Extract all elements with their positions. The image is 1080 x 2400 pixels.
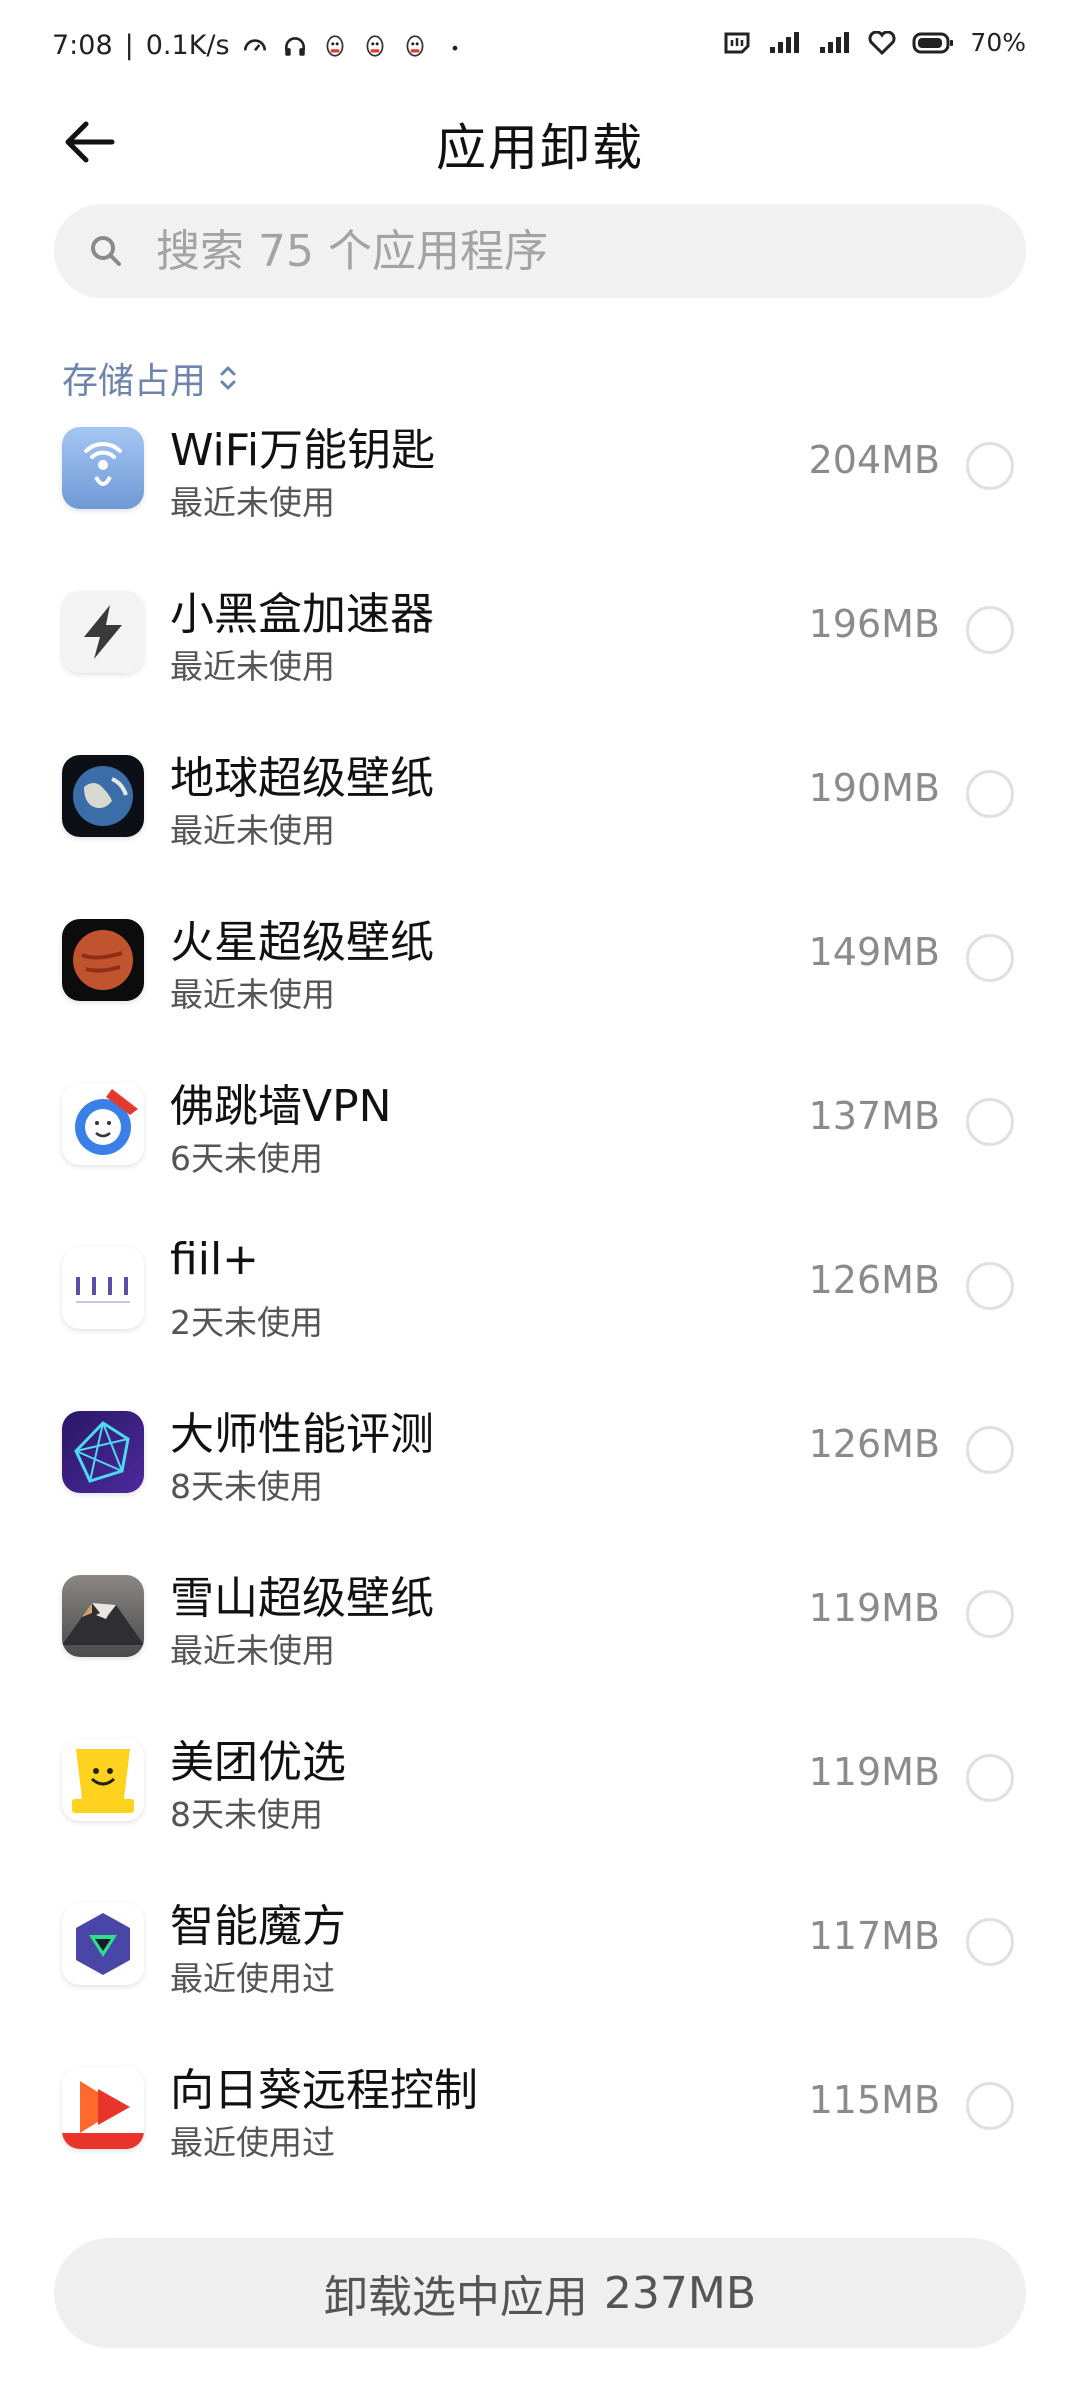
app-row[interactable]: 地球超级壁纸 最近未使用 190MB xyxy=(0,728,1080,892)
search-icon xyxy=(91,236,121,266)
app-size: 119MB xyxy=(808,1750,940,1794)
app-name: 向日葵远程控制 xyxy=(170,2065,478,2116)
wifi-master-icon xyxy=(62,427,144,509)
select-checkbox[interactable] xyxy=(966,1918,1014,1966)
app-row[interactable]: 向日葵远程控制 最近使用过 115MB xyxy=(0,2040,1080,2204)
app-row[interactable]: WiFi万能钥匙 最近未使用 204MB xyxy=(0,400,1080,564)
app-name: 雪山超级壁纸 xyxy=(170,1573,434,1624)
app-last-used: 最近使用过 xyxy=(170,1959,335,1998)
app-last-used: 最近未使用 xyxy=(170,1631,335,1670)
hd-voice-icon xyxy=(724,32,750,53)
app-row[interactable]: 大师性能评测 8天未使用 126MB xyxy=(0,1384,1080,1548)
headphones-icon xyxy=(284,36,305,56)
app-header: 应用卸载 xyxy=(0,96,1080,188)
sort-toggle-icon xyxy=(220,366,236,390)
select-checkbox[interactable] xyxy=(966,1426,1014,1474)
app-size: 119MB xyxy=(808,1586,940,1630)
status-right: 70% xyxy=(722,28,1026,57)
app-last-used: 6天未使用 xyxy=(170,1139,323,1178)
select-checkbox[interactable] xyxy=(966,1262,1014,1310)
app-last-used: 最近使用过 xyxy=(170,2123,335,2162)
buddha-vpn-icon xyxy=(62,1083,144,1165)
app-last-used: 2天未使用 xyxy=(170,1303,323,1342)
app-row[interactable]: 小黑盒加速器 最近未使用 196MB xyxy=(0,564,1080,728)
notification-icons xyxy=(242,33,468,59)
sunlogin-remote-icon xyxy=(62,2067,144,2149)
status-net-speed: 0.1K/s xyxy=(145,30,230,61)
smart-cube-icon xyxy=(62,1903,144,1985)
app-name: 大师性能评测 xyxy=(170,1409,434,1460)
meituan-youxuan-icon xyxy=(62,1739,144,1821)
sort-selector[interactable]: 存储占用 xyxy=(62,352,240,404)
app-last-used: 8天未使用 xyxy=(170,1795,323,1834)
select-checkbox[interactable] xyxy=(966,770,1014,818)
app-size: 196MB xyxy=(808,602,940,646)
qq-penguin-icon xyxy=(326,34,344,57)
app-row[interactable]: fiil+ 2天未使用 126MB xyxy=(0,1220,1080,1384)
uninstall-size: 237MB xyxy=(603,2267,757,2319)
uninstall-selected-button[interactable]: 卸载选中应用 237MB xyxy=(54,2238,1026,2348)
signal-strength-icon xyxy=(770,31,800,53)
status-time: 7:08 xyxy=(52,30,113,61)
app-size: 117MB xyxy=(808,1914,940,1958)
app-row[interactable]: 美团优选 8天未使用 119MB xyxy=(0,1712,1080,1876)
app-last-used: 最近未使用 xyxy=(170,483,335,522)
signal-strength-icon xyxy=(820,31,850,53)
status-left: 7:08 | 0.1K/s xyxy=(52,30,468,61)
app-last-used: 最近未使用 xyxy=(170,975,335,1014)
app-last-used: 8天未使用 xyxy=(170,1467,323,1506)
select-checkbox[interactable] xyxy=(966,1754,1014,1802)
select-checkbox[interactable] xyxy=(966,934,1014,982)
fiil-icon xyxy=(62,1247,144,1329)
select-checkbox[interactable] xyxy=(966,606,1014,654)
app-row[interactable]: 佛跳墙VPN 6天未使用 137MB xyxy=(0,1056,1080,1220)
heybox-accelerator-icon xyxy=(62,591,144,673)
app-size: 149MB xyxy=(808,930,940,974)
status-divider: | xyxy=(124,30,134,61)
select-checkbox[interactable] xyxy=(966,2082,1014,2130)
heart-icon xyxy=(868,30,896,55)
app-name: 美团优选 xyxy=(170,1737,346,1788)
more-dot-icon xyxy=(452,45,457,51)
app-size: 126MB xyxy=(808,1422,940,1466)
app-name: 智能魔方 xyxy=(170,1901,346,1952)
app-row[interactable]: 火星超级壁纸 最近未使用 149MB xyxy=(0,892,1080,1056)
app-last-used: 最近未使用 xyxy=(170,811,335,850)
app-row[interactable]: 智能魔方 最近使用过 117MB xyxy=(0,1876,1080,2040)
master-benchmark-icon xyxy=(62,1411,144,1493)
battery-percent: 70% xyxy=(970,28,1026,57)
search-input[interactable] xyxy=(156,225,976,277)
app-name: 佛跳墙VPN xyxy=(170,1081,392,1132)
snow-mountain-wallpaper-icon xyxy=(62,1575,144,1657)
select-checkbox[interactable] xyxy=(966,442,1014,490)
select-checkbox[interactable] xyxy=(966,1590,1014,1638)
app-name: WiFi万能钥匙 xyxy=(170,425,436,476)
app-name: fiil+ xyxy=(170,1234,260,1285)
app-list: WiFi万能钥匙 最近未使用 204MB 小黑盒加速器 最近未使用 196MB … xyxy=(0,400,1080,2204)
qq-penguin-icon xyxy=(366,34,384,57)
app-size: 126MB xyxy=(808,1258,940,1302)
mars-wallpaper-icon xyxy=(62,919,144,1001)
status-bar: 7:08 | 0.1K/s 70% xyxy=(0,0,1080,96)
app-size: 115MB xyxy=(808,2078,940,2122)
uninstall-label: 卸载选中应用 xyxy=(323,2272,588,2323)
app-name: 小黑盒加速器 xyxy=(170,589,434,640)
page-title: 应用卸载 xyxy=(436,119,644,177)
app-name: 地球超级壁纸 xyxy=(170,753,434,804)
app-row[interactable]: 雪山超级壁纸 最近未使用 119MB xyxy=(0,1548,1080,1712)
sort-label: 存储占用 xyxy=(62,361,207,402)
gauge-icon xyxy=(243,38,266,51)
qq-penguin-icon xyxy=(406,34,424,57)
app-last-used: 最近未使用 xyxy=(170,647,335,686)
app-size: 137MB xyxy=(808,1094,940,1138)
app-size: 204MB xyxy=(808,438,940,482)
earth-wallpaper-icon xyxy=(62,755,144,837)
app-size: 190MB xyxy=(808,766,940,810)
search-bar[interactable] xyxy=(54,204,1026,298)
select-checkbox[interactable] xyxy=(966,1098,1014,1146)
app-name: 火星超级壁纸 xyxy=(170,917,434,968)
battery-icon xyxy=(912,32,954,53)
